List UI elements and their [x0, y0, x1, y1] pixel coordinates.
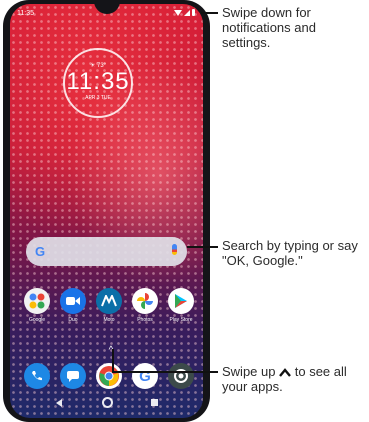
app-label: Play Store — [169, 317, 193, 323]
chevron-up-icon — [279, 368, 292, 377]
camera-icon — [168, 363, 194, 389]
callout-apps: Swipe up to see all your apps. — [222, 364, 350, 394]
signal-icon — [184, 9, 190, 16]
callout-line-apps-vertical — [112, 349, 114, 373]
home-screen: 11:35 ☀ 73° 11:35 APR 3 TUE G Google Duo… — [10, 4, 203, 418]
microphone-icon[interactable] — [172, 244, 177, 255]
dock-messages[interactable] — [55, 363, 91, 389]
phone-icon — [24, 363, 50, 389]
pinwheel-icon — [137, 293, 153, 309]
clock-time: 11:35 — [66, 68, 130, 95]
home-icon[interactable] — [102, 397, 113, 408]
app-label: Photos — [137, 317, 153, 323]
google-folder-icon — [24, 288, 50, 314]
app-label: Google — [28, 317, 46, 323]
moto-logo-icon — [101, 295, 117, 307]
chrome-icon — [96, 363, 122, 389]
callout-line-apps-horizontal — [113, 371, 218, 373]
clock-date: APR 3 TUE — [85, 95, 111, 101]
moto-icon — [96, 288, 122, 314]
app-moto[interactable]: Moto — [91, 288, 127, 323]
duo-icon — [60, 288, 86, 314]
play-triangle-icon — [175, 294, 187, 308]
wifi-icon — [174, 9, 182, 16]
photos-icon — [132, 288, 158, 314]
status-icons[interactable] — [174, 9, 195, 16]
battery-icon — [192, 9, 195, 16]
callout-apps-prefix: Swipe up — [222, 364, 276, 379]
app-label: Duo — [68, 317, 78, 323]
chrome-logo-icon — [99, 366, 119, 386]
recent-apps-icon[interactable] — [151, 399, 158, 406]
video-camera-icon — [66, 297, 80, 305]
app-duo[interactable]: Duo — [55, 288, 91, 323]
dock-camera[interactable] — [163, 363, 199, 389]
google-logo-icon: G — [35, 244, 46, 259]
messages-icon — [60, 363, 86, 389]
google-icon: G — [132, 363, 158, 389]
google-search-bar[interactable]: G — [26, 237, 187, 266]
callout-line-notifications — [201, 12, 218, 14]
app-play-store[interactable]: Play Store — [163, 288, 199, 323]
app-drawer-chevron-icon[interactable]: ^ — [106, 346, 116, 356]
callout-line-search — [187, 246, 218, 248]
handset-icon — [32, 371, 42, 381]
play-store-icon — [168, 288, 194, 314]
dock-google[interactable]: G — [127, 363, 163, 389]
callout-notifications: Swipe down for notifications and setting… — [222, 5, 316, 50]
folder-apps-icon — [29, 293, 45, 309]
favorites-dock: G — [19, 363, 199, 389]
app-label: Moto — [103, 317, 115, 323]
dock-phone[interactable] — [19, 363, 55, 389]
app-photos[interactable]: Photos — [127, 288, 163, 323]
callout-search: Search by typing or say "OK, Google." — [222, 238, 358, 268]
phone-frame: 11:35 ☀ 73° 11:35 APR 3 TUE G Google Duo… — [3, 0, 210, 422]
app-google-folder[interactable]: Google — [19, 288, 55, 323]
navigation-bar — [10, 396, 203, 410]
dock-chrome[interactable] — [91, 363, 127, 389]
app-row: Google Duo Moto Photos Play Store — [19, 288, 199, 323]
clock-widget[interactable]: ☀ 73° 11:35 APR 3 TUE — [63, 48, 133, 118]
chat-bubble-icon — [67, 371, 79, 382]
status-time: 11:35 — [17, 10, 34, 17]
back-icon[interactable] — [56, 399, 62, 407]
